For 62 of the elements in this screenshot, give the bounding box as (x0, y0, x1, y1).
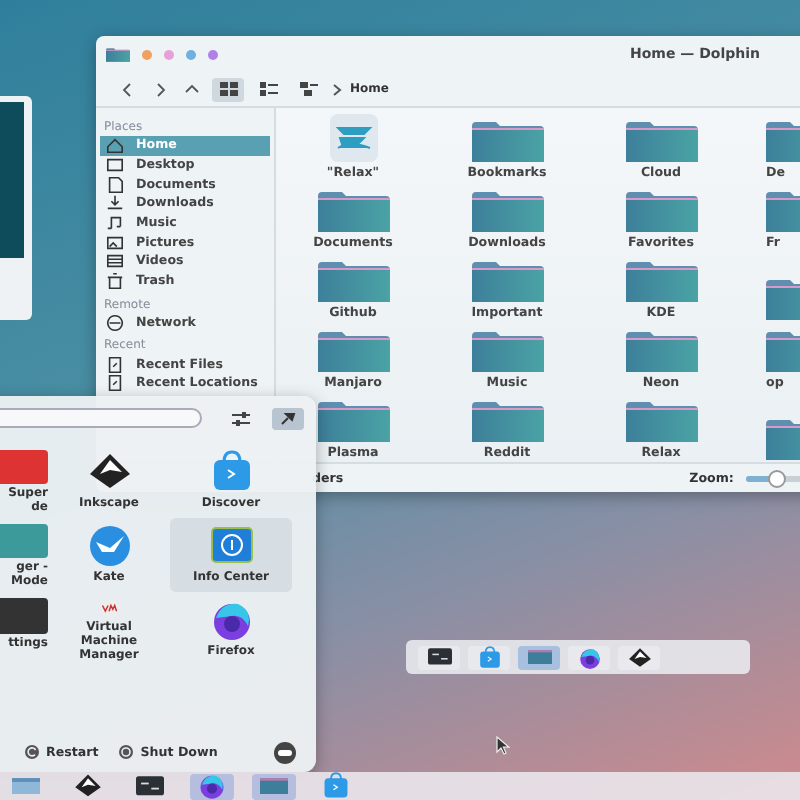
dash-icon (278, 749, 292, 755)
grid-icon (219, 82, 237, 96)
more-button[interactable] (274, 741, 296, 763)
firefox-icon (198, 772, 226, 800)
task-thumbnail[interactable] (518, 645, 560, 669)
folder-icon (471, 122, 543, 162)
chevron-icon (332, 83, 342, 95)
folder-icon (471, 192, 543, 232)
compact-list-icon (259, 82, 277, 96)
folder-icon (317, 262, 389, 302)
task-thumbnail[interactable] (568, 645, 610, 669)
documents-icon (106, 175, 124, 194)
search-field[interactable] (0, 408, 202, 428)
bird-icon (87, 524, 131, 568)
info-icon (209, 524, 253, 568)
desktop-icon (106, 156, 124, 175)
shopping-bag-icon (322, 772, 350, 800)
logo-icon (329, 114, 377, 162)
power-icon (118, 744, 135, 760)
recent-icon (106, 374, 124, 393)
folder-icon (625, 192, 697, 232)
terminal-icon (427, 648, 451, 666)
home-icon (106, 136, 124, 155)
folder-icon (471, 332, 543, 372)
pin-icon (280, 410, 296, 426)
folder-icon (260, 777, 288, 795)
shopping-bag-icon (477, 645, 501, 669)
folder-icon (625, 332, 697, 372)
tree-list-icon (299, 82, 317, 96)
task-thumbnail[interactable] (618, 645, 660, 669)
firefox-icon (577, 645, 601, 669)
recent-icon (106, 355, 124, 374)
task-thumbnail[interactable] (468, 645, 510, 669)
folder-icon (625, 262, 697, 302)
view-mode-button[interactable] (212, 77, 244, 101)
firefox-icon (209, 598, 253, 642)
shopping-bag-icon (209, 450, 253, 494)
folder-icon (527, 649, 551, 665)
network-icon (106, 313, 124, 332)
inkscape-icon (74, 772, 102, 800)
folder-icon (625, 402, 697, 442)
folder-icon (471, 262, 543, 302)
trash-icon (106, 272, 124, 291)
task-thumbnail[interactable] (418, 645, 460, 669)
music-icon (106, 214, 124, 233)
mouse-cursor (496, 736, 510, 756)
folder-icon (471, 402, 543, 442)
pin-button[interactable] (272, 407, 304, 429)
folder-icon (317, 332, 389, 372)
folder-icon (106, 47, 130, 61)
downloads-icon (106, 194, 124, 213)
window-icon (12, 777, 40, 795)
sliders-icon[interactable] (232, 411, 250, 425)
folder-icon (317, 192, 389, 232)
folder-icon (317, 402, 389, 442)
videos-icon (106, 252, 124, 271)
taskbar-button[interactable] (190, 773, 234, 799)
pictures-icon (106, 233, 124, 252)
folder-icon (625, 122, 697, 162)
inkscape-icon (87, 450, 131, 494)
inkscape-icon (627, 645, 651, 669)
restart-icon (24, 744, 40, 760)
